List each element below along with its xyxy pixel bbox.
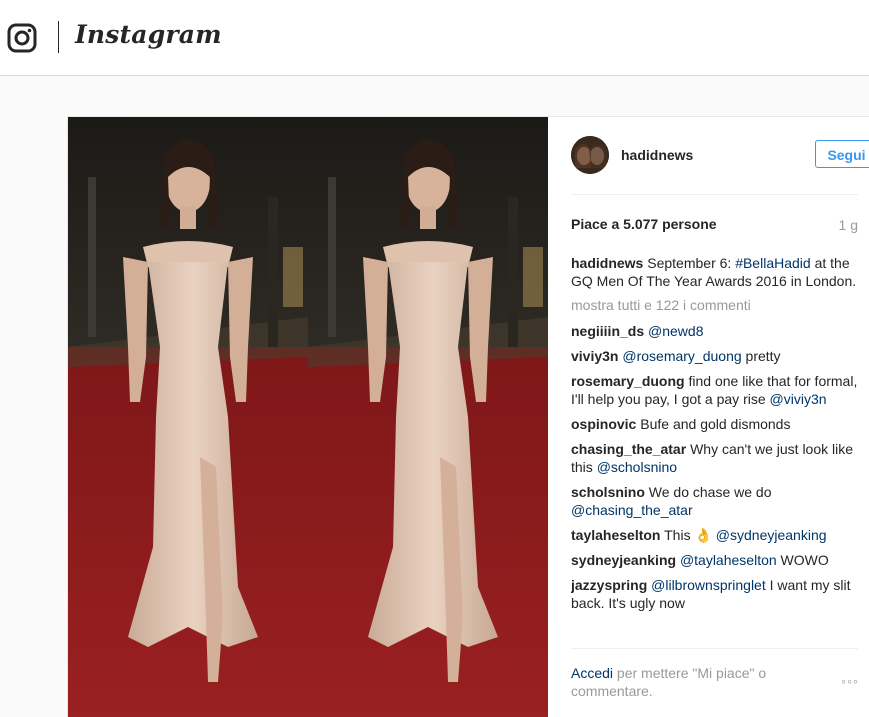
photo-half-right — [308, 117, 548, 717]
divider — [571, 194, 858, 195]
top-navigation-bar: Instagram — [0, 0, 869, 76]
comment-username[interactable]: viviy3n — [571, 348, 618, 364]
more-options-icon[interactable]: ◦◦◦ — [841, 673, 859, 689]
comment-mention[interactable]: @rosemary_duong — [622, 348, 741, 364]
comment-mention[interactable]: @scholsnino — [597, 459, 677, 475]
comment-username[interactable]: sydneyjeanking — [571, 552, 676, 568]
comment-username[interactable]: negiiiin_ds — [571, 323, 644, 339]
comment-username[interactable]: jazzyspring — [571, 577, 647, 593]
comment-item: jazzyspring @lilbrownspringlet I want my… — [571, 576, 861, 612]
post-author: hadidnews Segui — [571, 136, 869, 176]
login-link[interactable]: Accedi — [571, 665, 613, 681]
comment-mention[interactable]: @sydneyjeanking — [716, 527, 827, 543]
login-prompt: Accedi per mettere "Mi piace" o commenta… — [571, 664, 821, 700]
comment-item: sydneyjeanking @taylaheselton WOWO — [571, 551, 861, 569]
post-card: hadidnews Segui Piace a 5.077 persone 1 … — [67, 116, 869, 717]
post-sidebar: hadidnews Segui Piace a 5.077 persone 1 … — [549, 117, 869, 717]
comment-mention[interactable]: @newd8 — [648, 323, 703, 339]
comment-mention[interactable]: @chasing_the_atar — [571, 502, 693, 518]
comment-username[interactable]: scholsnino — [571, 484, 645, 500]
post-photo[interactable] — [68, 117, 548, 717]
photo-half-left — [68, 117, 308, 717]
comment-item: viviy3n @rosemary_duong pretty — [571, 347, 861, 365]
caption-text: September 6: — [647, 255, 736, 271]
caption-username[interactable]: hadidnews — [571, 255, 643, 271]
comment-item: chasing_the_atar Why can't we just look … — [571, 440, 861, 476]
comments-list: hadidnews September 6: #BellaHadid at th… — [571, 254, 861, 649]
view-all-comments-link[interactable]: mostra tutti e 122 i commenti — [571, 296, 861, 314]
author-username[interactable]: hadidnews — [621, 147, 693, 163]
comment-text-end: WOWO — [776, 552, 829, 568]
comment-text: Bufe and gold dismonds — [640, 416, 791, 432]
comment-item: taylaheselton This 👌 @sydneyjeanking — [571, 526, 861, 544]
comment-item: ospinovic Bufe and gold dismonds — [571, 415, 861, 433]
likes-count[interactable]: Piace a 5.077 persone — [571, 216, 717, 232]
avatar[interactable] — [571, 136, 609, 174]
comment-mention[interactable]: @lilbrownspringlet — [651, 577, 766, 593]
comment-username[interactable]: ospinovic — [571, 416, 636, 432]
comment-mention[interactable]: @viviy3n — [770, 391, 827, 407]
divider — [571, 648, 858, 649]
comment-item: scholsnino We do chase we do @chasing_th… — [571, 483, 861, 519]
caption-hashtag[interactable]: #BellaHadid — [735, 255, 811, 271]
comment-username[interactable]: taylaheselton — [571, 527, 660, 543]
post-caption: hadidnews September 6: #BellaHadid at th… — [571, 254, 861, 290]
follow-button[interactable]: Segui — [815, 140, 869, 168]
comment-text: We do chase we do — [648, 484, 772, 500]
comment-text-end: pretty — [741, 348, 781, 364]
instagram-wordmark[interactable]: Instagram — [75, 20, 222, 49]
comment-text: This 👌 — [664, 527, 716, 543]
comment-item: rosemary_duong find one like that for fo… — [571, 372, 861, 408]
comment-username[interactable]: chasing_the_atar — [571, 441, 686, 457]
comment-username[interactable]: rosemary_duong — [571, 373, 685, 389]
comment-mention[interactable]: @taylaheselton — [680, 552, 777, 568]
logo-divider — [58, 21, 59, 53]
instagram-camera-icon[interactable] — [7, 23, 37, 53]
comment-items: negiiiin_ds @newd8 viviy3n @rosemary_duon… — [571, 322, 861, 612]
comment-item: negiiiin_ds @newd8 — [571, 322, 861, 340]
post-age[interactable]: 1 g — [839, 217, 858, 233]
